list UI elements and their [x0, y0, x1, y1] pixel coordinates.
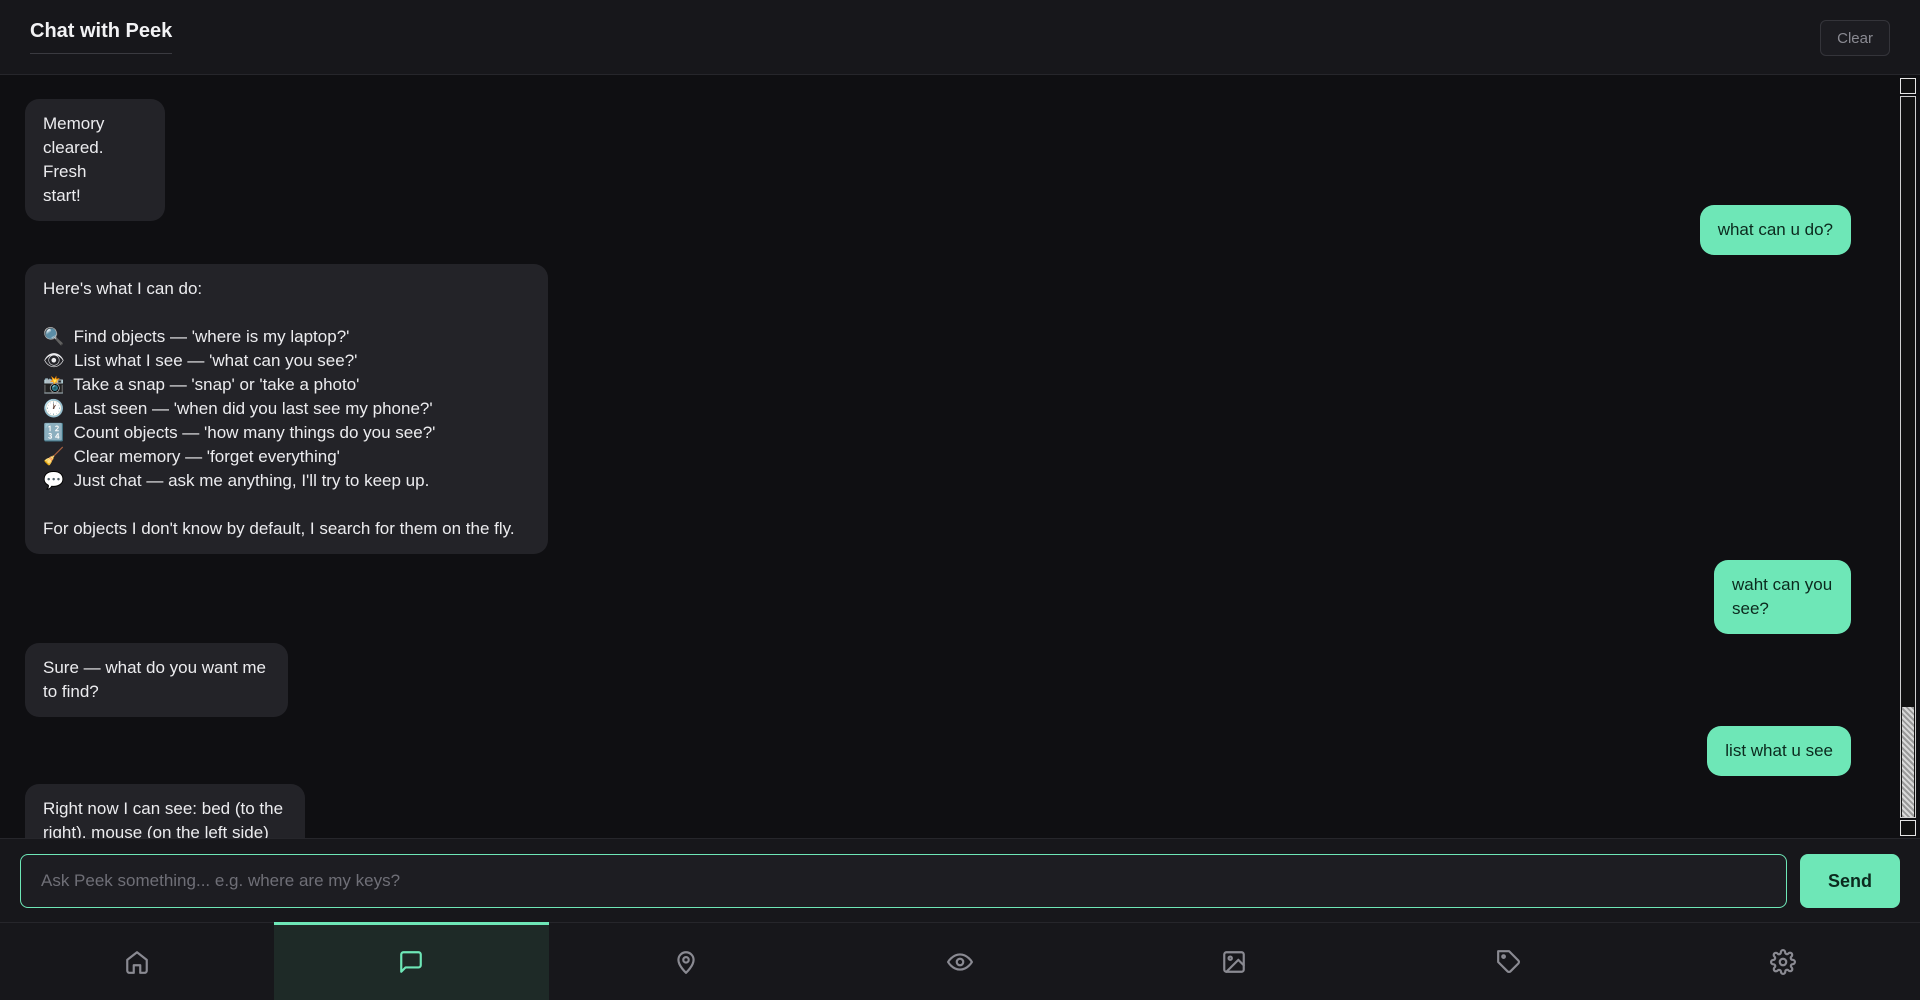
nav-item-settings[interactable] — [1646, 923, 1920, 1000]
nav-item-locate[interactable] — [549, 923, 823, 1000]
scroll-track[interactable] — [1900, 96, 1916, 818]
composer: Send — [0, 838, 1920, 922]
send-button[interactable]: Send — [1800, 854, 1900, 908]
page-title: Chat with Peek — [30, 20, 173, 54]
user-message: list what u see — [1707, 726, 1851, 776]
bot-message: Sure — what do you want me to find? — [25, 643, 288, 717]
bot-message: Right now I can see: bed (to the right),… — [25, 784, 305, 838]
nav-item-view[interactable] — [823, 923, 1097, 1000]
user-message: waht can you see? — [1714, 560, 1851, 634]
clear-button[interactable]: Clear — [1820, 20, 1890, 56]
map-pin-icon — [677, 950, 695, 974]
bot-message: Memory cleared. Fresh start! — [25, 99, 165, 221]
user-message: what can u do? — [1699, 205, 1851, 255]
scroll-down-button[interactable] — [1900, 820, 1916, 836]
gear-icon — [1769, 948, 1796, 975]
bot-message: Here's what I can do: 🔍 Find objects — '… — [25, 264, 548, 554]
eye-icon — [946, 952, 973, 971]
scroll-thumb[interactable] — [1902, 707, 1914, 817]
tag-icon — [1496, 949, 1520, 973]
chat-log[interactable]: Memory cleared. Fresh start! what can u … — [0, 76, 1896, 838]
chat-scrollbar[interactable] — [1898, 76, 1920, 838]
nav-item-tags[interactable] — [1371, 923, 1645, 1000]
nav-item-home[interactable] — [0, 923, 274, 1000]
chat-icon — [400, 950, 423, 973]
nav-item-chat[interactable] — [274, 922, 549, 1000]
message-input[interactable] — [20, 854, 1787, 908]
home-icon — [126, 950, 148, 974]
image-icon — [1223, 950, 1246, 973]
scroll-up-button[interactable] — [1900, 78, 1916, 94]
app-header: Chat with Peek Clear — [0, 0, 1920, 75]
nav-item-gallery[interactable] — [1097, 923, 1371, 1000]
bottom-nav — [0, 922, 1920, 1000]
